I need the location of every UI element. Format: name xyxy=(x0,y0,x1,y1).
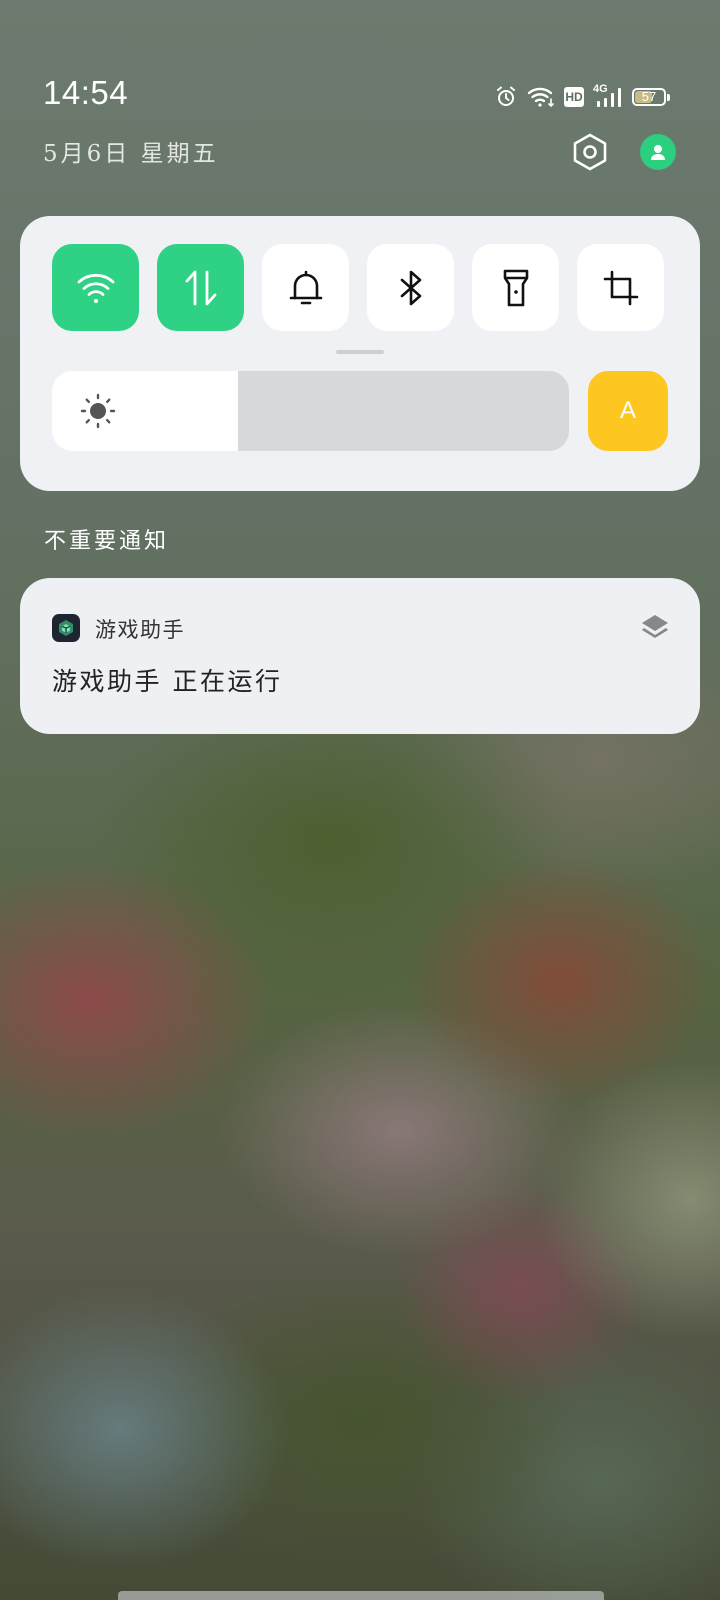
tile-flashlight[interactable] xyxy=(472,244,559,331)
quick-settings-tiles xyxy=(52,244,664,331)
bell-icon xyxy=(289,270,322,304)
notification-section-title: 不重要通知 xyxy=(44,529,170,554)
notification-app-name: 游戏助手 xyxy=(95,618,185,642)
tile-screenshot[interactable] xyxy=(577,244,664,331)
settings-icon xyxy=(573,133,607,171)
brightness-slider[interactable] xyxy=(52,371,569,451)
wifi-icon xyxy=(77,273,114,303)
navigation-gesture-bar[interactable] xyxy=(118,1591,604,1600)
status-time: 14:54 xyxy=(43,74,129,111)
notification-card[interactable]: 游戏助手 游戏助手 正在运行 xyxy=(20,578,700,734)
wifi-icon xyxy=(527,85,555,109)
battery-icon: 57 xyxy=(632,88,670,106)
game-assistant-icon xyxy=(52,614,80,642)
flashlight-icon xyxy=(503,269,528,306)
network-type-label: 4G xyxy=(593,83,608,95)
quick-settings-panel: A xyxy=(20,216,700,491)
settings-button[interactable] xyxy=(571,133,609,171)
signal-icon: 4G xyxy=(593,83,623,109)
auto-brightness-button[interactable]: A xyxy=(588,371,668,451)
mobile-data-icon xyxy=(185,270,216,305)
bluetooth-icon xyxy=(400,270,421,305)
battery-level: 57 xyxy=(641,89,657,104)
alarm-icon xyxy=(494,85,518,109)
notification-body: 游戏助手 正在运行 xyxy=(52,667,283,696)
battery-nub xyxy=(667,94,670,101)
screenshot-crop-icon xyxy=(603,270,638,305)
tile-bluetooth[interactable] xyxy=(367,244,454,331)
brightness-icon xyxy=(80,393,116,429)
tile-notifications[interactable] xyxy=(262,244,349,331)
account-button[interactable] xyxy=(639,133,677,171)
date: 5月6日 星期五 xyxy=(43,141,219,167)
hd-icon: HD xyxy=(564,87,584,107)
status-icons: HD 4G 57 xyxy=(494,82,670,112)
tile-mobile-data[interactable] xyxy=(157,244,244,331)
account-icon xyxy=(640,134,676,170)
layers-icon[interactable] xyxy=(640,613,670,643)
panel-drag-handle[interactable] xyxy=(336,350,384,354)
tile-wifi[interactable] xyxy=(52,244,139,331)
